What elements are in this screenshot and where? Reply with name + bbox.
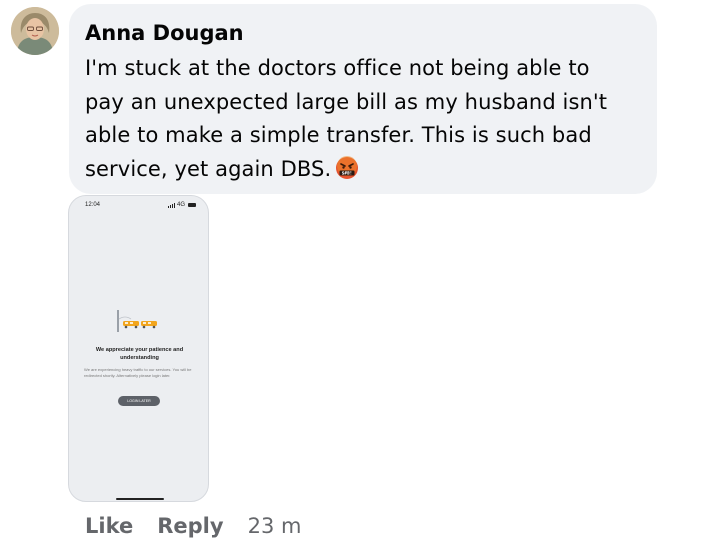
signal-icon — [167, 202, 175, 208]
avatar-photo — [11, 7, 59, 55]
status-time: 12:04 — [85, 202, 101, 208]
svg-text:$#@!: $#@! — [342, 170, 352, 175]
angry-cursing-emoji-icon: $#@! — [335, 155, 359, 180]
comment-text: I'm stuck at the doctors office not bein… — [85, 52, 635, 186]
home-indicator — [116, 498, 164, 500]
reply-button[interactable]: Reply — [157, 514, 223, 538]
status-network: 4G — [176, 202, 185, 208]
comment-bubble: Anna Dougan I'm stuck at the doctors off… — [69, 4, 657, 194]
attached-screenshot[interactable]: 12:04 4G We appreciate your patience and… — [68, 195, 209, 502]
comment-timestamp[interactable]: 23 m — [248, 514, 302, 538]
comment-author[interactable]: Anna Dougan — [85, 18, 635, 48]
like-button[interactable]: Like — [85, 514, 133, 538]
avatar[interactable] — [11, 7, 59, 55]
attachment-title: We appreciate your patience and understa… — [95, 347, 184, 361]
queue-illustration — [117, 310, 157, 332]
login-later-button: LOGIN LATER — [118, 396, 160, 406]
phone-status-bar: 12:04 4G — [69, 196, 208, 214]
battery-icon — [188, 203, 196, 207]
attachment-body: We are experiencing heavy traffic to our… — [84, 367, 192, 378]
comment-actions: Like Reply 23 m — [85, 514, 301, 538]
status-icons: 4G — [167, 202, 196, 208]
